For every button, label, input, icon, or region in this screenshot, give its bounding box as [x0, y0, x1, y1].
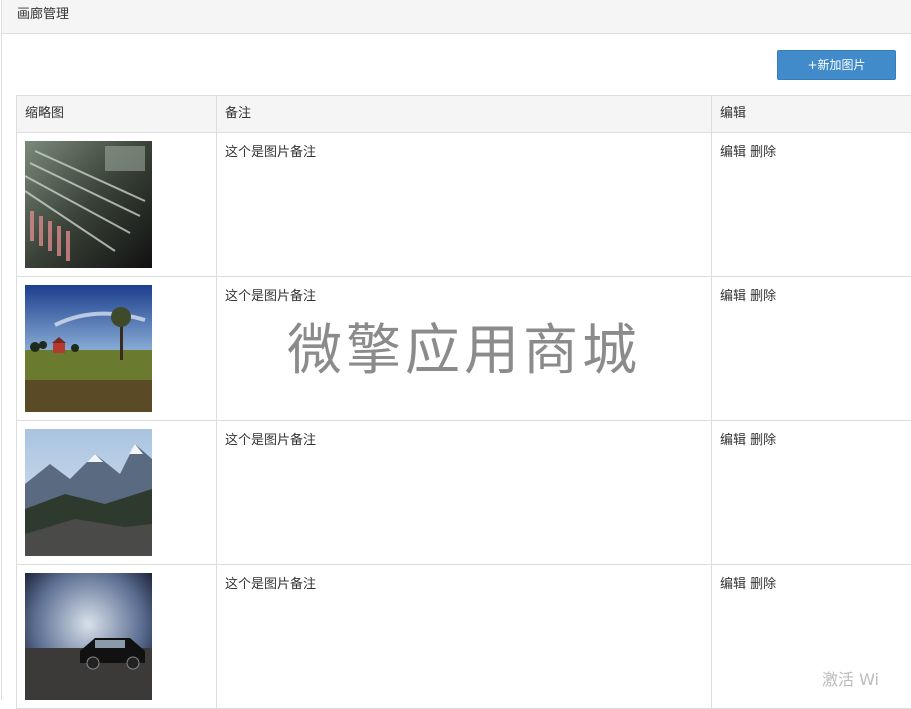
thumbnail-cell — [17, 277, 217, 421]
thumbnail-cell — [17, 565, 217, 709]
table-row: 这个是图片备注 编辑 删除 — [17, 565, 911, 709]
red-barn-landscape-image — [25, 285, 152, 412]
table-header-row: 缩略图 备注 编辑 — [17, 96, 911, 133]
edit-link[interactable]: 编辑 — [720, 577, 746, 592]
action-cell: 编辑 删除 — [712, 277, 911, 421]
edit-link[interactable]: 编辑 — [720, 289, 746, 304]
black-car-image — [25, 573, 152, 700]
note-cell: 这个是图片备注 — [217, 565, 712, 709]
add-image-button[interactable]: +新加图片 — [777, 50, 896, 80]
typewriter-keys-image — [25, 141, 152, 268]
thumbnail-cell — [17, 421, 217, 565]
edit-link[interactable]: 编辑 — [720, 433, 746, 448]
watermark-text: 微擎应用商城 — [287, 305, 641, 385]
header-note: 备注 — [217, 96, 712, 133]
action-cell: 编辑 删除 — [712, 133, 911, 277]
header-thumbnail: 缩略图 — [17, 96, 217, 133]
gallery-table: 缩略图 备注 编辑 — [16, 95, 911, 709]
table-row: 这个是图片备注 编辑 删除 — [17, 421, 911, 565]
delete-link[interactable]: 删除 — [750, 145, 776, 160]
delete-link[interactable]: 删除 — [750, 433, 776, 448]
action-cell: 编辑 删除 — [712, 421, 911, 565]
activate-windows-text: 激活 Wi — [822, 666, 879, 690]
delete-link[interactable]: 删除 — [750, 577, 776, 592]
panel-title: 画廊管理 — [2, 0, 911, 34]
edit-link[interactable]: 编辑 — [720, 145, 746, 160]
action-cell: 编辑 删除 — [712, 565, 911, 709]
thumbnail-cell — [17, 133, 217, 277]
header-edit: 编辑 — [712, 96, 911, 133]
note-cell: 这个是图片备注 — [217, 133, 712, 277]
snowy-mountains-image — [25, 429, 152, 556]
delete-link[interactable]: 删除 — [750, 289, 776, 304]
table-row: 这个是图片备注 编辑 删除 — [17, 133, 911, 277]
note-cell: 这个是图片备注 — [217, 421, 712, 565]
